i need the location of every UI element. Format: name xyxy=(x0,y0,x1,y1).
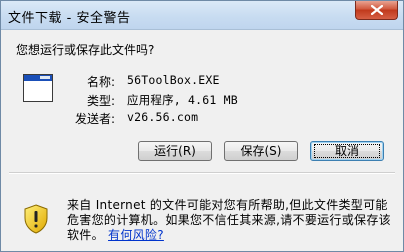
file-name-label: 名称: xyxy=(86,75,115,89)
save-button[interactable]: 保存(S) xyxy=(224,141,298,161)
file-download-security-dialog: 文件下载 - 安全警告 您想运行或保存此文件吗? 名称: 56ToolBox.E… xyxy=(0,0,404,252)
window-title: 文件下载 - 安全警告 xyxy=(8,11,131,26)
file-from-label: 发送者: xyxy=(75,112,116,126)
run-button-label: 运行(R) xyxy=(154,144,196,158)
file-from-value: v26.56.com xyxy=(127,110,199,124)
close-button[interactable] xyxy=(355,1,398,20)
run-button[interactable]: 运行(R) xyxy=(138,141,212,161)
close-icon xyxy=(371,5,383,15)
warning-message: 来自 Internet 的文件可能对您有所帮助,但此文件类型可能危害您的计算机。… xyxy=(67,198,391,243)
dialog-content: 您想运行或保存此文件吗? 名称: 56ToolBox.EXE 类型: 应用程序,… xyxy=(1,30,403,190)
cancel-button[interactable]: 取消 xyxy=(310,141,384,161)
question-text: 您想运行或保存此文件吗? xyxy=(16,43,155,57)
cancel-button-label: 取消 xyxy=(334,144,359,158)
title-bar[interactable]: 文件下载 - 安全警告 xyxy=(1,1,403,30)
security-shield-icon xyxy=(24,204,48,234)
warning-panel: 来自 Internet 的文件可能对您有所帮助,但此文件类型可能危害您的计算机。… xyxy=(1,190,403,251)
save-button-label: 保存(S) xyxy=(240,144,282,158)
file-name-value: 56ToolBox.EXE xyxy=(127,73,220,87)
file-type-label: 类型: xyxy=(86,94,115,108)
application-file-icon xyxy=(23,74,53,102)
file-type-value: 应用程序, 4.61 MB xyxy=(127,93,238,107)
risk-link[interactable]: 有何风险? xyxy=(108,228,164,242)
separator xyxy=(9,172,395,174)
